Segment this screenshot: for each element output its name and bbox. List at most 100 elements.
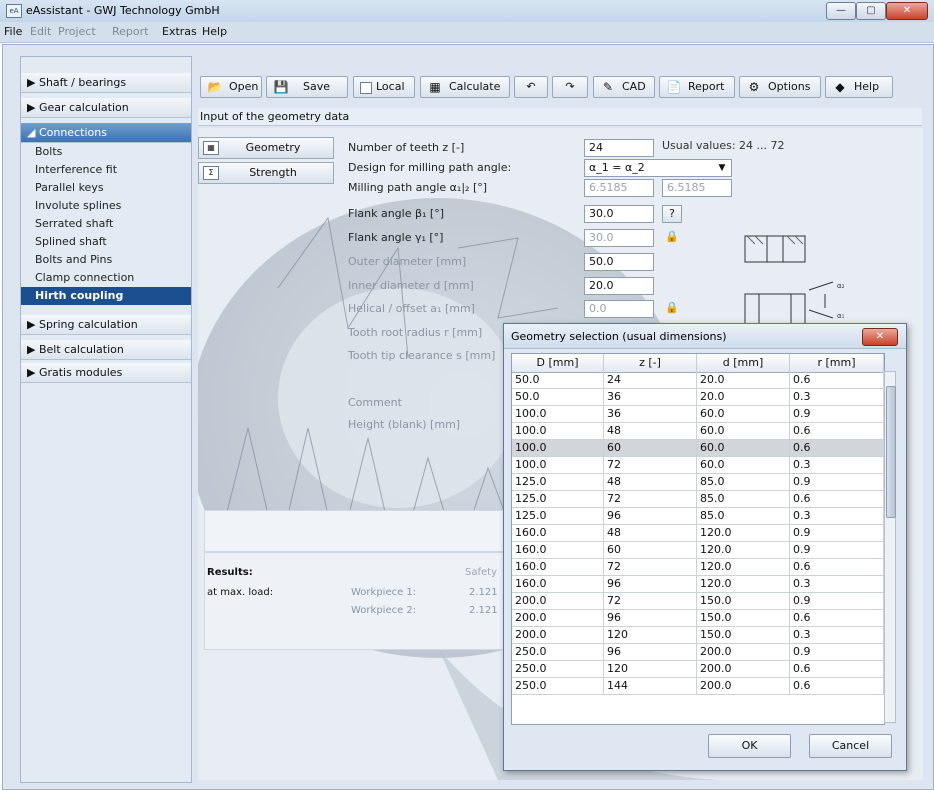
sidebar-group-shaft-bearings[interactable]: ▶ Shaft / bearings	[21, 73, 191, 93]
sidebar-item-parallel-keys[interactable]: Parallel keys	[21, 179, 191, 197]
table-row[interactable]: 200.0 72 150.0 0.9	[512, 593, 884, 610]
help-button[interactable]: ◆ Help	[825, 76, 893, 98]
ok-button[interactable]: OK	[708, 734, 791, 758]
table-cell: 120.0	[697, 542, 790, 558]
sidebar-item-splined-shaft[interactable]: Splined shaft	[21, 233, 191, 251]
sidebar-item-interference-fit[interactable]: Interference fit	[21, 161, 191, 179]
table-row[interactable]: 50.0 36 20.0 0.3	[512, 389, 884, 406]
save-button[interactable]: 💾 Save	[266, 76, 348, 98]
column-header-D[interactable]: D [mm]	[512, 354, 604, 372]
table-cell: 200.0	[697, 678, 790, 694]
menu-file[interactable]: File	[4, 25, 22, 38]
local-checkbox[interactable]: Local	[353, 76, 415, 98]
table-row[interactable]: 125.0 72 85.0 0.6	[512, 491, 884, 508]
table-cell: 160.0	[512, 542, 604, 558]
table-row[interactable]: 200.0 96 150.0 0.6	[512, 610, 884, 627]
sidebar-group-gratis-modules[interactable]: ▶ Gratis modules	[21, 363, 191, 383]
redo-button[interactable]: ↷	[552, 76, 588, 98]
table-cell: 60.0	[697, 440, 790, 456]
table-cell: 200.0	[697, 644, 790, 660]
sidebar-item-serrated-shaft[interactable]: Serrated shaft	[21, 215, 191, 233]
lock-icon[interactable]: 🔒	[662, 229, 682, 247]
cancel-button[interactable]: Cancel	[809, 734, 892, 758]
sidebar-item-hirth-coupling[interactable]: Hirth coupling	[21, 287, 191, 305]
table-row[interactable]: 250.0 96 200.0 0.9	[512, 644, 884, 661]
table-cell: 0.6	[790, 491, 884, 507]
sidebar-group-belt-calculation[interactable]: ▶ Belt calculation	[21, 340, 191, 360]
table-cell: 36	[604, 406, 697, 422]
sidebar-group-connections[interactable]: ◢ Connections	[21, 123, 191, 143]
geometry-selection-dialog: Geometry selection (usual dimensions) ✕ …	[503, 323, 907, 771]
column-header-r[interactable]: r [mm]	[790, 354, 884, 372]
column-header-d[interactable]: d [mm]	[697, 354, 790, 372]
helical-offset-input[interactable]: 0.0	[584, 300, 654, 318]
milling-angle-input-1[interactable]: 6.5185	[584, 179, 654, 197]
table-row[interactable]: 250.0 144 200.0 0.6	[512, 678, 884, 695]
menu-edit[interactable]: Edit	[30, 25, 51, 38]
table-cell: 72	[604, 559, 697, 575]
chevron-down-icon: ▼	[718, 163, 726, 173]
design-select[interactable]: α_1 = α_2 ▼	[584, 159, 732, 177]
table-row[interactable]: 250.0 120 200.0 0.6	[512, 661, 884, 678]
table-cell: 0.6	[790, 610, 884, 626]
table-header: D [mm] z [-] d [mm] r [mm]	[512, 354, 884, 373]
help-question-button[interactable]: ?	[662, 205, 682, 223]
table-cell: 50.0	[512, 389, 604, 405]
table-cell: 48	[604, 474, 697, 490]
menu-project[interactable]: Project	[58, 25, 96, 38]
table-scrollbar[interactable]	[884, 371, 896, 723]
minimize-button[interactable]: —	[826, 2, 856, 20]
column-header-z[interactable]: z [-]	[604, 354, 697, 372]
table-row[interactable]: 50.0 24 20.0 0.6	[512, 372, 884, 389]
table-row[interactable]: 160.0 48 120.0 0.9	[512, 525, 884, 542]
sidebar-item-clamp-connection[interactable]: Clamp connection	[21, 269, 191, 287]
menu-bar: File Edit Project Report Extras Help	[0, 22, 934, 43]
tab-geometry[interactable]: ▦ Geometry	[198, 137, 334, 159]
inner-diameter-input[interactable]: 20.0	[584, 277, 654, 295]
teeth-input[interactable]: 24	[584, 139, 654, 157]
table-cell: 72	[604, 593, 697, 609]
table-row[interactable]: 100.0 60 60.0 0.6	[512, 440, 884, 457]
cad-button[interactable]: ✎ CAD	[593, 76, 655, 98]
workpiece1-label: Workpiece 1:	[351, 587, 417, 598]
menu-report[interactable]: Report	[112, 25, 148, 38]
options-button[interactable]: ⚙ Options	[739, 76, 821, 98]
results-box: Results: Safety at max. load: Workpiece …	[204, 552, 516, 650]
calculate-button[interactable]: ▦ Calculate	[420, 76, 510, 98]
table-cell: 60	[604, 542, 697, 558]
sidebar-item-bolts[interactable]: Bolts	[21, 143, 191, 161]
open-button[interactable]: 📂 Open	[200, 76, 262, 98]
table-row[interactable]: 125.0 96 85.0 0.3	[512, 508, 884, 525]
tab-strength[interactable]: Σ Strength	[198, 162, 334, 184]
design-select-value: α_1 = α_2	[589, 161, 645, 174]
undo-button[interactable]: ↶	[514, 76, 548, 98]
sidebar-item-bolts-and-pins[interactable]: Bolts and Pins	[21, 251, 191, 269]
table-cell: 250.0	[512, 644, 604, 660]
sidebar-item-involute-splines[interactable]: Involute splines	[21, 197, 191, 215]
table-row[interactable]: 160.0 60 120.0 0.9	[512, 542, 884, 559]
report-button[interactable]: 📄 Report	[659, 76, 735, 98]
table-row[interactable]: 125.0 48 85.0 0.9	[512, 474, 884, 491]
table-row[interactable]: 100.0 72 60.0 0.3	[512, 457, 884, 474]
milling-angle-input-2[interactable]: 6.5185	[662, 179, 732, 197]
table-cell: 150.0	[697, 627, 790, 643]
flank-gamma-input[interactable]: 30.0	[584, 229, 654, 247]
menu-extras[interactable]: Extras	[162, 25, 197, 38]
outer-diameter-input[interactable]: 50.0	[584, 253, 654, 271]
table-row[interactable]: 200.0 120 150.0 0.3	[512, 627, 884, 644]
lock-icon-2[interactable]: 🔒	[662, 300, 682, 318]
menu-help[interactable]: Help	[202, 25, 227, 38]
dialog-close-button[interactable]: ✕	[862, 328, 898, 346]
table-row[interactable]: 160.0 96 120.0 0.3	[512, 576, 884, 593]
sidebar-group-spring-calculation[interactable]: ▶ Spring calculation	[21, 315, 191, 335]
table-row[interactable]: 100.0 48 60.0 0.6	[512, 423, 884, 440]
flank-beta-input[interactable]: 30.0	[584, 205, 654, 223]
table-row[interactable]: 160.0 72 120.0 0.6	[512, 559, 884, 576]
table-row[interactable]: 100.0 36 60.0 0.9	[512, 406, 884, 423]
maximize-button[interactable]: ▢	[856, 2, 886, 20]
checkbox-icon	[360, 82, 372, 94]
sidebar-group-gear-calculation[interactable]: ▶ Gear calculation	[21, 98, 191, 118]
close-button[interactable]: ✕	[886, 2, 928, 20]
scrollbar-thumb[interactable]	[886, 386, 896, 518]
table-cell: 0.9	[790, 406, 884, 422]
